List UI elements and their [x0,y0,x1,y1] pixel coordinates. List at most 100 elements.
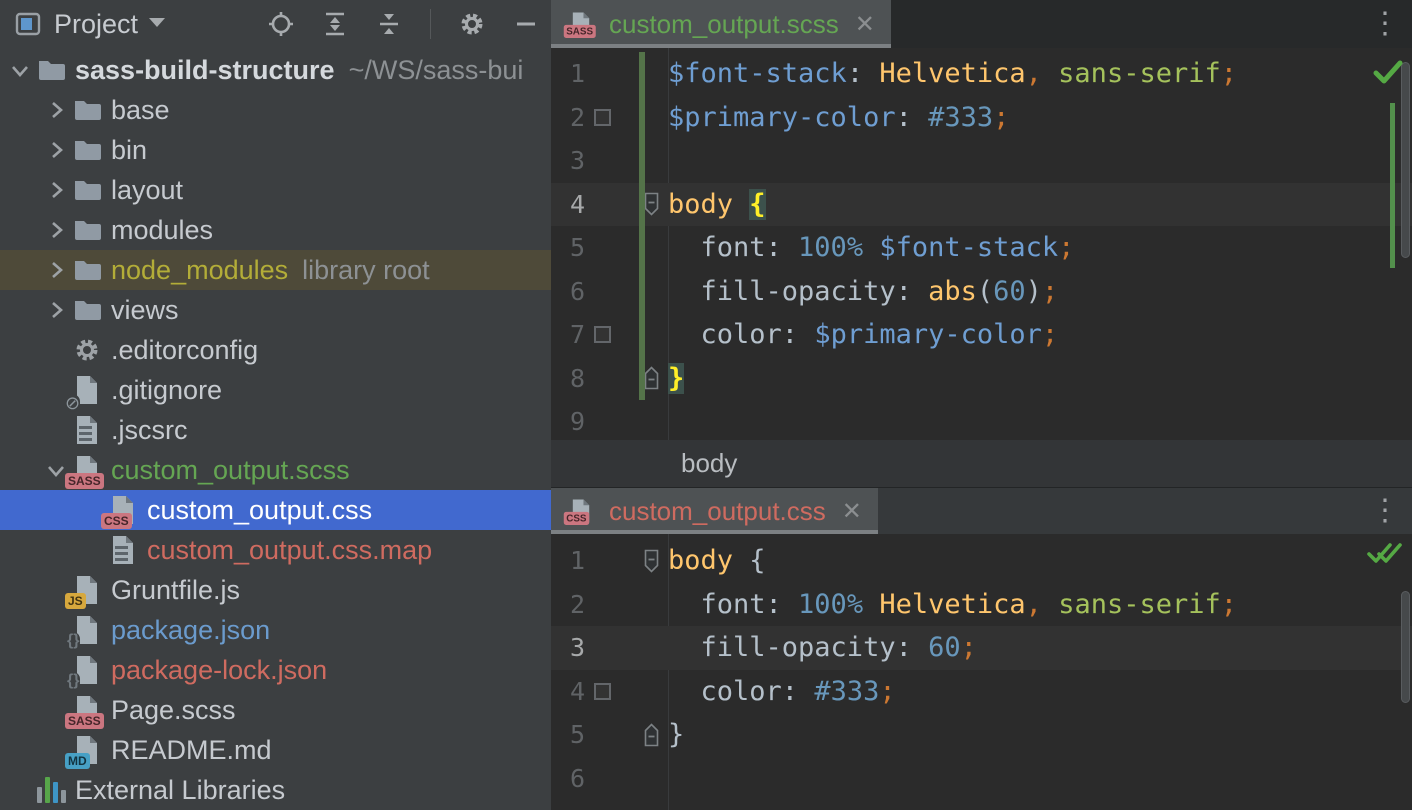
chevron-collapsed-icon[interactable] [41,179,71,201]
chevron-collapsed-icon[interactable] [41,139,71,161]
tab-custom-output-css[interactable]: CSS custom_output.css ✕ [551,488,878,534]
gutter: 3 [551,139,668,183]
fold-marker-icon[interactable] [643,191,660,217]
tree-item--jscsrc[interactable]: .jscsrc [0,410,551,450]
code-line-9[interactable]: 9 [551,400,1412,440]
code-line-6[interactable]: 6 [551,757,1412,801]
code-line-3[interactable]: 3 [551,139,1412,183]
tree-item-gruntfile-js[interactable]: JSGruntfile.js [0,570,551,610]
tree-item-modules[interactable]: modules [0,210,551,250]
code-line-8[interactable]: 8} [551,357,1412,401]
tree-item-layout[interactable]: layout [0,170,551,210]
code-editor-scss[interactable]: 1$font-stack: Helvetica, sans-serif;2$pr… [551,48,1412,440]
breadcrumb: body [551,440,1412,487]
tree-item--gitignore[interactable]: ⊘.gitignore [0,370,551,410]
code-line-1[interactable]: 1 body { [551,539,1412,583]
folder-icon [71,93,103,127]
tree-item-sass-build-structure[interactable]: sass-build-structure~/WS/sass-bui [0,50,551,90]
tree-item-package-json[interactable]: {}package.json [0,610,551,650]
file-sass-icon: SASS [71,453,103,487]
code-text: body { [668,539,1412,583]
tree-item-custom-output-css-map[interactable]: custom_output.css.map [0,530,551,570]
toolbar-icons [266,9,541,39]
kebab-menu-icon[interactable]: ⋮ [1364,9,1406,39]
color-preview-chip[interactable] [594,109,611,126]
tree-item-readme-md[interactable]: MDREADME.md [0,730,551,770]
code-editor-css[interactable]: 1 body {2 font: 100% Helvetica, sans-seri… [551,534,1412,810]
vcs-error-stripe [1390,103,1395,268]
chevron-collapsed-icon[interactable] [41,99,71,121]
code-text: body { [668,183,1412,227]
bottom-tab-bar: CSS custom_output.css ✕ ⋮ [551,487,1412,534]
file-sass-icon: SASS [568,10,594,38]
code-line-3[interactable]: 3 fill-opacity: 60; [551,626,1412,670]
tree-item--editorconfig[interactable]: .editorconfig [0,330,551,370]
code-line-1[interactable]: 1$font-stack: Helvetica, sans-serif; [551,52,1412,96]
line-number: 1 [551,539,585,583]
tree-item-page-scss[interactable]: SASSPage.scss [0,690,551,730]
code-line-2[interactable]: 2$primary-color: #333; [551,96,1412,140]
tree-item-node-modules[interactable]: node_moduleslibrary root [0,250,551,290]
code-text: } [668,713,1412,757]
code-line-2[interactable]: 2 font: 100% Helvetica, sans-serif; [551,583,1412,627]
code-text [668,757,1412,801]
collapse-all-icon[interactable] [374,9,404,39]
fold-marker-icon[interactable] [643,548,660,574]
close-icon[interactable]: ✕ [855,10,875,39]
tab-custom-output-scss[interactable]: SASS custom_output.scss ✕ [551,0,891,48]
scrollbar-thumb[interactable] [1401,62,1410,258]
chevron-collapsed-icon[interactable] [41,219,71,241]
inspections-ok-icon[interactable] [1372,58,1404,91]
line-number: 6 [551,757,585,801]
close-icon[interactable]: ✕ [842,497,862,526]
tree-item-base[interactable]: base [0,90,551,130]
code-line-5[interactable]: 5 font: 100% $font-stack; [551,226,1412,270]
gutter: 7 [551,313,668,357]
fold-marker-icon[interactable] [643,365,660,391]
tree-item-external-libraries[interactable]: External Libraries [0,770,551,810]
color-preview-chip[interactable] [594,326,611,343]
gutter: 3 [551,626,668,670]
chevron-collapsed-icon[interactable] [41,299,71,321]
kebab-menu-icon[interactable]: ⋮ [1364,496,1406,526]
line-number: 2 [551,583,585,627]
chevron-expanded-icon[interactable] [5,59,35,81]
editor-top-scss: SASS custom_output.scss ✕ ⋮ 1$font-stack… [551,0,1412,487]
code-text: fill-opacity: abs(60); [668,270,1412,314]
folder-icon [71,253,103,287]
scrollbar-thumb[interactable] [1401,591,1410,703]
settings-icon[interactable] [457,9,487,39]
line-number: 2 [551,96,585,140]
file-js-icon: JS [71,573,103,607]
tree-item-bin[interactable]: bin [0,130,551,170]
breadcrumb-item-body[interactable]: body [681,448,737,479]
tree-item-label: custom_output.css [147,495,372,526]
folder-icon [71,213,103,247]
tree-item-views[interactable]: views [0,290,551,330]
color-preview-chip[interactable] [594,683,611,700]
fold-marker-icon[interactable] [643,722,660,748]
code-line-6[interactable]: 6 fill-opacity: abs(60); [551,270,1412,314]
hide-icon[interactable] [511,9,541,39]
chevron-collapsed-icon[interactable] [41,259,71,281]
expand-all-icon[interactable] [320,9,350,39]
tree-item-label: views [111,295,179,326]
code-line-4[interactable]: 4 color: #333; [551,670,1412,714]
tree-item-package-lock-json[interactable]: {}package-lock.json [0,650,551,690]
tree-item-label: README.md [111,735,272,766]
inspections-ok-icon[interactable] [1366,539,1404,572]
gutter: 9 [551,400,668,440]
tree-item-custom-output-css[interactable]: CSScustom_output.css [0,490,551,530]
locate-icon[interactable] [266,9,296,39]
line-number: 7 [551,313,585,357]
vcs-change-bar[interactable] [639,52,645,400]
gutter: 4 [551,183,668,227]
file-sass-icon: SASS [71,693,103,727]
code-line-5[interactable]: 5} [551,713,1412,757]
tree-item-label: .editorconfig [111,335,258,366]
tree-item-custom-output-scss[interactable]: SASScustom_output.scss [0,450,551,490]
code-line-4[interactable]: 4body { [551,183,1412,227]
gutter: 6 [551,270,668,314]
project-view-selector[interactable]: Project [12,7,166,41]
code-line-7[interactable]: 7 color: $primary-color; [551,313,1412,357]
